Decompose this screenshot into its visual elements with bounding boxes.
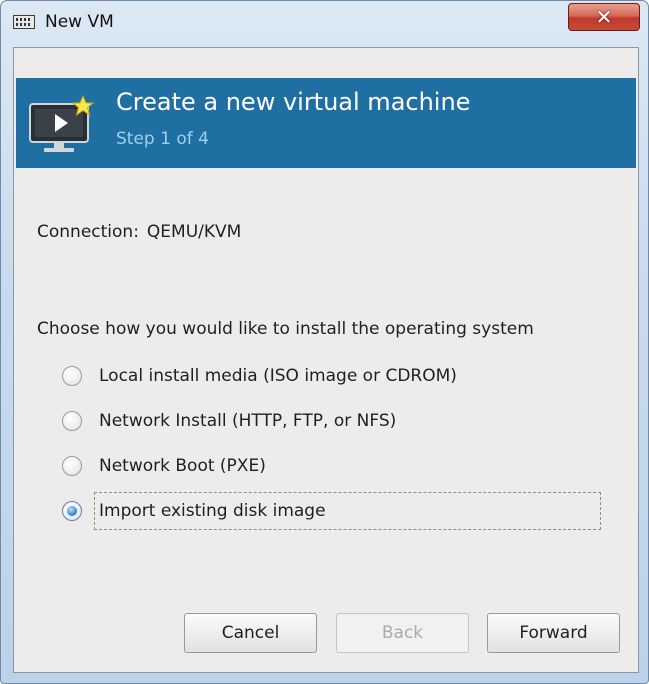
close-icon: ✕ (595, 5, 613, 29)
window-title: New VM (45, 12, 114, 32)
option-network-install[interactable]: Network Install (HTTP, FTP, or NFS) (62, 402, 612, 440)
install-method-prompt: Choose how you would like to install the… (37, 319, 534, 339)
option-label[interactable]: Network Boot (PXE) (99, 456, 266, 476)
title-bar[interactable]: New VM ✕ (1, 1, 648, 43)
option-import-existing-disk[interactable]: Import existing disk image (62, 492, 612, 530)
radio-local-install-media[interactable] (62, 366, 82, 386)
radio-network-boot[interactable] (62, 456, 82, 476)
connection-label: Connection: (37, 222, 139, 242)
new-vm-window: New VM ✕ Create a new virtual machine St… (0, 0, 649, 684)
forward-button[interactable]: Forward (487, 613, 620, 653)
option-local-install-media[interactable]: Local install media (ISO image or CDROM) (62, 357, 612, 395)
dialog-body: Create a new virtual machine Step 1 of 4… (13, 47, 639, 673)
option-network-boot[interactable]: Network Boot (PXE) (62, 447, 612, 485)
virtual-machine-monitor-icon (29, 94, 95, 152)
connection-value: QEMU/KVM (146, 222, 242, 242)
radio-import-existing-disk[interactable] (62, 501, 82, 521)
header-banner: Create a new virtual machine Step 1 of 4 (16, 78, 636, 168)
step-indicator: Step 1 of 4 (116, 129, 209, 149)
option-label[interactable]: Import existing disk image (94, 492, 601, 530)
close-button[interactable]: ✕ (568, 3, 640, 31)
cancel-button[interactable]: Cancel (184, 613, 317, 653)
option-label[interactable]: Local install media (ISO image or CDROM) (99, 366, 457, 386)
virt-manager-app-icon (13, 15, 35, 29)
back-button[interactable]: Back (336, 613, 469, 653)
page-title: Create a new virtual machine (116, 88, 471, 116)
radio-network-install[interactable] (62, 411, 82, 431)
option-label[interactable]: Network Install (HTTP, FTP, or NFS) (99, 411, 396, 431)
connection-row: Connection: QEMU/KVM (37, 222, 241, 242)
